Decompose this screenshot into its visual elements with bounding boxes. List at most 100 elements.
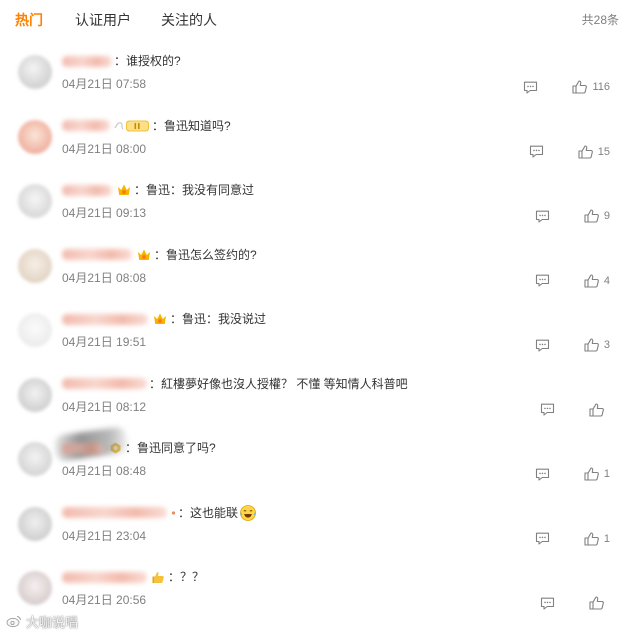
comment-date: 04月21日 08:12	[62, 399, 147, 414]
comment-icon	[529, 145, 543, 158]
dot-badge-icon	[171, 506, 176, 520]
comment-text: ：鲁迅知道吗?	[152, 118, 231, 133]
username-blurred[interactable]	[62, 184, 112, 196]
comment-actions: 1	[535, 531, 610, 547]
reply-button[interactable]	[535, 273, 550, 289]
reply-button[interactable]	[535, 531, 550, 547]
avatar[interactable]	[18, 442, 52, 476]
comment-line: ：这也能联	[62, 504, 257, 522]
thumbs-up-icon	[578, 144, 593, 159]
comment-icon	[540, 403, 555, 416]
comment-date: 04月21日 20:56	[62, 593, 147, 607]
tab-verified-users[interactable]: 认证用户	[75, 10, 131, 30]
comment-line: ：紅樓夢好像也沒人授權？ 不懂 等知情人科普吧	[62, 375, 408, 393]
comment-date: 04月21日 19:51	[62, 335, 147, 349]
comment-icon	[540, 597, 555, 610]
avatar[interactable]	[18, 55, 52, 89]
like-button[interactable]: 1	[584, 466, 610, 482]
like-button[interactable]: 9	[584, 208, 610, 224]
hand-badge-icon[interactable]	[151, 570, 166, 584]
comment-text: ：谁授权的?	[114, 54, 181, 68]
avatar[interactable]	[18, 184, 52, 218]
comment-item: ：鲁迅：我没说过 04月21日 19:51 3	[0, 306, 627, 371]
crown-icon[interactable]	[136, 248, 152, 262]
comment-date: 04月21日 08:00	[62, 141, 147, 156]
username-blurred[interactable]	[62, 120, 110, 131]
comment-line: ：鲁迅：我没说过	[62, 310, 266, 328]
comment-icon	[535, 468, 549, 481]
weibo-logo-icon	[6, 616, 21, 628]
avatar[interactable]	[18, 377, 52, 412]
comment-icon	[524, 81, 538, 94]
like-button[interactable]	[589, 596, 604, 610]
comment-actions: 15	[529, 144, 610, 160]
comment-item: ：这也能联 04月21日 23:04 1	[0, 500, 627, 565]
comment-line: ：？？	[62, 568, 204, 586]
like-button[interactable]: 3	[584, 337, 610, 353]
comment-text: ：？？	[168, 570, 205, 584]
username-blurred[interactable]	[62, 55, 112, 67]
comment-item: ：鲁迅怎么签约的? 04月21日 08:08 4	[0, 242, 627, 307]
comment-item: ：鲁迅知道吗? 04月21日 08:00 15	[0, 113, 627, 178]
thumbs-up-icon	[584, 338, 599, 352]
comment-line: ：鲁迅同意了吗?	[53, 426, 216, 462]
reply-button[interactable]	[535, 466, 550, 482]
thumbs-up-icon	[584, 273, 599, 288]
tab-hot[interactable]: 热门	[15, 10, 43, 30]
thumbs-up-icon	[589, 402, 604, 417]
comment-date: 04月21日 09:13	[62, 206, 147, 220]
avatar[interactable]	[18, 571, 52, 605]
crown-icon[interactable]	[116, 183, 132, 197]
like-count: 9	[603, 210, 610, 222]
comment-date: 04月21日 23:04	[62, 528, 147, 543]
username-blurred[interactable]	[62, 378, 147, 389]
crown-icon[interactable]	[152, 312, 168, 326]
member-badge-icon[interactable]	[114, 119, 150, 133]
comment-list: ：谁授权的? 04月21日 07:58 116 ：鲁迅知道吗? 04月21日 0…	[0, 48, 627, 629]
comment-actions: 9	[535, 208, 610, 224]
like-button[interactable]: 15	[578, 144, 610, 160]
username-blurred[interactable]	[62, 442, 104, 454]
thumbs-up-icon	[589, 596, 604, 610]
reply-button[interactable]	[540, 595, 555, 611]
comment-item: ：？？ 04月21日 20:56	[0, 564, 627, 629]
like-button[interactable]: 4	[584, 273, 610, 289]
username-blurred[interactable]	[62, 313, 148, 325]
username-blurred[interactable]	[62, 571, 147, 583]
comment-line: ：鲁迅知道吗?	[62, 117, 231, 135]
reply-button[interactable]	[523, 79, 538, 95]
comment-actions: 1	[535, 466, 610, 482]
like-count: 3	[603, 339, 610, 351]
like-button[interactable]: 1	[584, 531, 610, 547]
reply-button[interactable]	[529, 144, 544, 160]
comment-actions: 3	[535, 337, 610, 353]
avatar[interactable]	[18, 313, 52, 347]
tab-following[interactable]: 关注的人	[161, 10, 217, 30]
comment-line: ：鲁迅：我没有同意过	[62, 181, 254, 199]
comment-text: ：这也能联	[178, 505, 239, 520]
comment-actions	[540, 402, 604, 418]
comment-icon	[535, 274, 549, 287]
avatar[interactable]	[18, 506, 52, 541]
like-count: 1	[603, 468, 610, 480]
username-blurred[interactable]	[62, 507, 167, 518]
comment-item: ：紅樓夢好像也沒人授權？ 不懂 等知情人科普吧 04月21日 08:12	[0, 371, 627, 436]
username-blurred[interactable]	[62, 249, 132, 260]
laugh-cry-emoji-icon	[239, 504, 257, 522]
reply-button[interactable]	[540, 402, 555, 418]
comment-actions	[540, 595, 604, 611]
comment-date: 04月21日 08:08	[62, 270, 147, 285]
comment-item: ：鲁迅同意了吗? 04月21日 08:48 1	[0, 426, 627, 500]
avatar[interactable]	[18, 119, 52, 154]
like-button[interactable]: 116	[572, 79, 610, 95]
like-button[interactable]	[589, 402, 604, 417]
avatar[interactable]	[18, 248, 52, 283]
thumbs-up-icon	[584, 531, 599, 546]
reply-button[interactable]	[535, 337, 550, 353]
comment-actions: 4	[535, 273, 610, 289]
comment-actions: 116	[523, 79, 610, 95]
like-count: 116	[592, 81, 610, 93]
reply-button[interactable]	[535, 208, 550, 224]
comment-item: ：谁授权的? 04月21日 07:58 116	[0, 48, 627, 113]
watermark: 大咖说唱	[6, 612, 78, 630]
